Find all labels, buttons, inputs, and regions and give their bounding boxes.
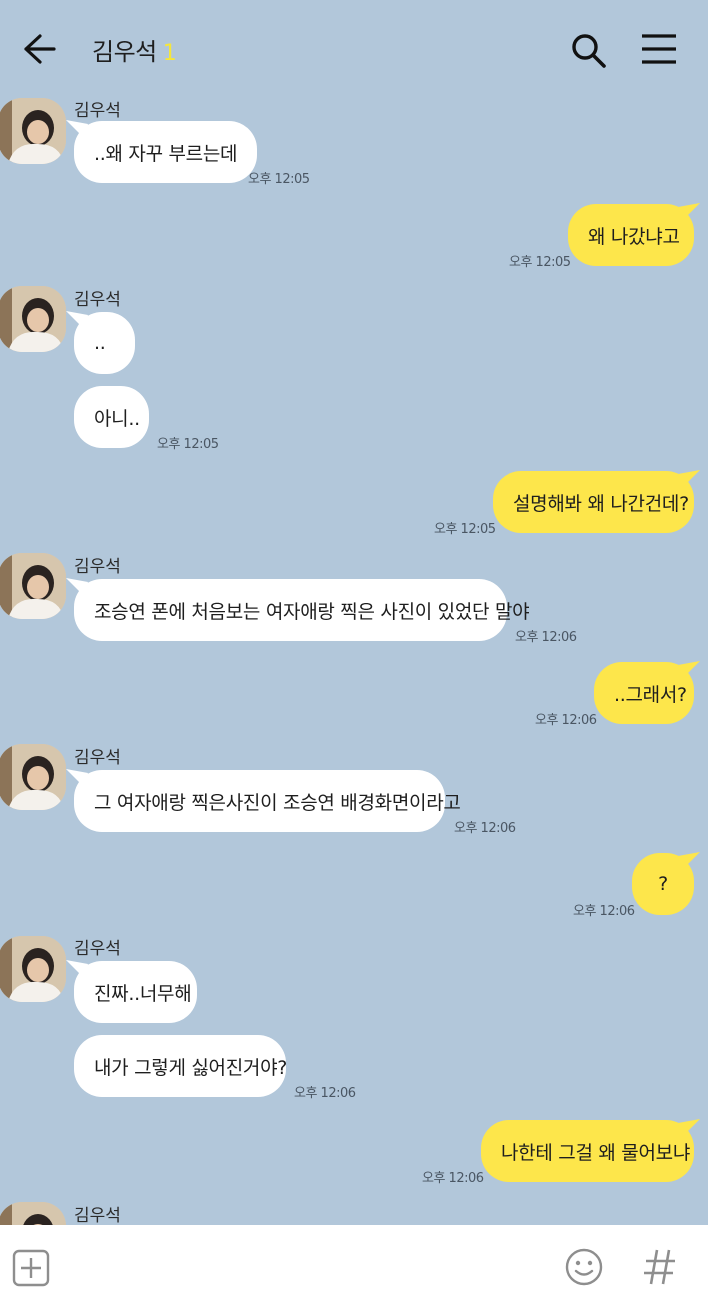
message-bubble-outgoing[interactable]: 나한테 그걸 왜 물어보냐 — [481, 1120, 694, 1182]
bubble-tail — [678, 661, 700, 679]
menu-icon[interactable] — [640, 32, 678, 66]
hashtag-icon[interactable] — [640, 1245, 680, 1289]
sender-name: 김우석 — [74, 1206, 121, 1226]
message-time: 오후 12:06 — [535, 713, 597, 728]
message-time: 오후 12:06 — [422, 1171, 484, 1186]
profile-photo — [0, 98, 66, 164]
message-bubble-incoming[interactable]: 조승연 폰에 처음보는 여자애랑 찍은 사진이 있었단 말야 — [74, 579, 530, 641]
message-time: 오후 12:06 — [515, 630, 577, 645]
message-time: 오후 12:06 — [294, 1086, 356, 1101]
avatar[interactable] — [0, 286, 66, 352]
chat-header: 김우석 1 — [0, 0, 708, 100]
message-bubble-outgoing[interactable]: 왜 나갔냐고 — [568, 204, 694, 266]
sender-name: 김우석 — [74, 939, 121, 959]
avatar[interactable] — [0, 553, 66, 619]
message-time: 오후 12:06 — [573, 904, 635, 919]
message-time: 오후 12:05 — [248, 172, 310, 187]
chat-title-name: 김우석 — [92, 38, 157, 66]
profile-photo — [0, 286, 66, 352]
bubble-tail — [678, 470, 700, 488]
message-time: 오후 12:05 — [434, 522, 496, 537]
search-icon[interactable] — [568, 30, 608, 70]
chat-title: 김우석 1 — [92, 32, 177, 67]
message-bubble-incoming[interactable]: 아니.. — [74, 386, 149, 448]
profile-photo — [0, 744, 66, 810]
message-bubble-incoming[interactable]: 그 여자애랑 찍은사진이 조승연 배경화면이라고 — [74, 770, 461, 832]
message-bubble-outgoing[interactable]: 설명해봐 왜 나간건데? — [493, 471, 694, 533]
sender-name: 김우석 — [74, 101, 121, 121]
message-time: 오후 12:06 — [454, 821, 516, 836]
message-bubble-incoming[interactable]: .. — [74, 312, 135, 374]
back-arrow-icon[interactable] — [20, 30, 58, 68]
message-bubble-incoming[interactable]: 내가 그렇게 싫어진거야? — [74, 1035, 287, 1097]
profile-photo — [0, 936, 66, 1002]
sender-name: 김우석 — [74, 557, 121, 577]
input-bar — [0, 1225, 708, 1309]
message-time: 오후 12:05 — [157, 437, 219, 452]
profile-photo — [0, 553, 66, 619]
bubble-tail — [678, 852, 700, 870]
member-count: 1 — [162, 41, 177, 66]
bubble-tail — [678, 203, 700, 221]
sender-name: 김우석 — [74, 290, 121, 310]
bubble-tail — [678, 1119, 700, 1137]
sender-name: 김우석 — [74, 748, 121, 768]
plus-icon[interactable] — [12, 1249, 50, 1287]
emoji-icon[interactable] — [564, 1247, 604, 1287]
message-time: 오후 12:05 — [509, 255, 571, 270]
avatar[interactable] — [0, 936, 66, 1002]
message-bubble-incoming[interactable]: ..왜 자꾸 부르는데 — [74, 121, 258, 183]
message-bubble-incoming[interactable]: 진짜..너무해 — [74, 961, 197, 1023]
avatar[interactable] — [0, 98, 66, 164]
avatar[interactable] — [0, 744, 66, 810]
